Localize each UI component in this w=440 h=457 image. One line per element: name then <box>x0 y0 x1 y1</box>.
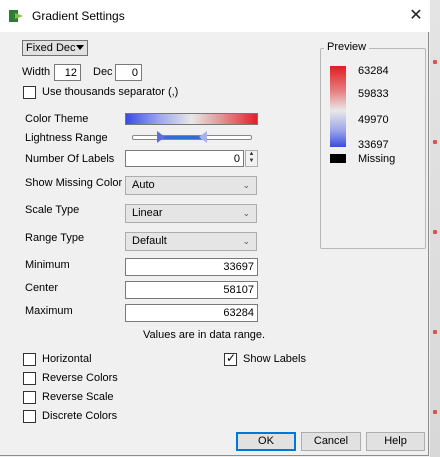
color-theme-bar[interactable] <box>125 113 258 125</box>
reverse-colors-checkbox[interactable] <box>23 372 36 385</box>
horizontal-checkbox[interactable] <box>23 353 36 366</box>
preview-tick-label: 59833 <box>358 88 389 100</box>
minimum-field[interactable]: 33697 <box>125 258 258 276</box>
discrete-colors-checkbox[interactable] <box>23 410 36 423</box>
slider-left-thumb-icon[interactable] <box>157 131 165 143</box>
color-theme-label: Color Theme <box>25 113 89 125</box>
spin-up-icon[interactable]: ▲ <box>246 151 257 158</box>
lightness-range-slider[interactable] <box>132 131 252 143</box>
reverse-scale-checkbox[interactable] <box>23 391 36 404</box>
dec-field[interactable]: 0 <box>115 64 142 81</box>
preview-tick-label: 49970 <box>358 114 389 126</box>
chevron-down-icon: ⌄ <box>242 208 250 218</box>
thousands-separator-label: Use thousands separator (,) <box>42 86 179 98</box>
thousands-separator-checkbox[interactable] <box>23 86 36 99</box>
missing-color-swatch <box>330 154 346 163</box>
scale-type-label: Scale Type <box>25 204 80 216</box>
missing-color-value: Auto <box>132 179 155 191</box>
missing-label: Missing <box>358 153 396 165</box>
ok-button[interactable]: OK <box>236 432 296 451</box>
center-label: Center <box>25 282 59 294</box>
number-format-dropdown[interactable]: Fixed Dec <box>22 40 88 56</box>
cancel-button[interactable]: Cancel <box>301 432 361 451</box>
scale-type-value: Linear <box>132 207 163 219</box>
horizontal-label: Horizontal <box>42 353 92 365</box>
number-format-value: Fixed Dec <box>26 42 76 54</box>
slider-right-thumb-icon[interactable] <box>199 131 207 143</box>
show-labels-label: Show Labels <box>243 353 306 365</box>
dec-label: Dec <box>93 66 113 78</box>
maximum-field[interactable]: 63284 <box>125 304 258 322</box>
maximum-label: Maximum <box>25 305 73 317</box>
range-type-label: Range Type <box>25 232 85 244</box>
help-button[interactable]: Help <box>366 432 425 451</box>
width-field[interactable]: 12 <box>54 64 81 81</box>
number-of-labels-label: Number Of Labels <box>25 153 115 165</box>
title-bar: Gradient Settings ✕ <box>0 0 430 32</box>
show-labels-checkbox[interactable]: ✓ <box>224 351 237 366</box>
width-label: Width <box>22 66 51 78</box>
scale-type-select[interactable]: Linear ⌄ <box>125 204 257 223</box>
discrete-colors-label: Discrete Colors <box>42 410 118 422</box>
number-of-labels-field[interactable]: 0 <box>125 150 244 167</box>
number-of-labels-spinner[interactable]: ▲ ▼ <box>245 150 258 167</box>
preview-tick-label: 63284 <box>358 65 389 77</box>
close-icon[interactable]: ✕ <box>406 6 426 26</box>
window-title: Gradient Settings <box>32 9 125 23</box>
reverse-scale-label: Reverse Scale <box>42 391 114 403</box>
preview-title: Preview <box>324 41 370 53</box>
spin-down-icon[interactable]: ▼ <box>246 158 257 165</box>
reverse-colors-label: Reverse Colors <box>42 372 118 384</box>
chevron-down-icon: ⌄ <box>242 180 250 190</box>
range-note: Values are in data range. <box>143 329 266 341</box>
preview-gradient <box>330 66 346 147</box>
app-arrow-icon <box>8 8 24 27</box>
preview-tick-label: 33697 <box>358 139 389 151</box>
dropdown-triangle-icon <box>76 45 84 50</box>
checkmark-icon: ✓ <box>226 351 237 365</box>
range-type-select[interactable]: Default ⌄ <box>125 232 257 251</box>
center-field[interactable]: 58107 <box>125 281 258 299</box>
chevron-down-icon: ⌄ <box>242 236 250 246</box>
lightness-range-label: Lightness Range <box>25 132 108 144</box>
show-missing-color-label: Show Missing Color <box>25 177 123 189</box>
range-type-value: Default <box>132 235 167 247</box>
missing-color-select[interactable]: Auto ⌄ <box>125 176 257 195</box>
background-window-edge <box>430 0 440 457</box>
minimum-label: Minimum <box>25 259 70 271</box>
lightness-range-fill <box>163 136 201 139</box>
